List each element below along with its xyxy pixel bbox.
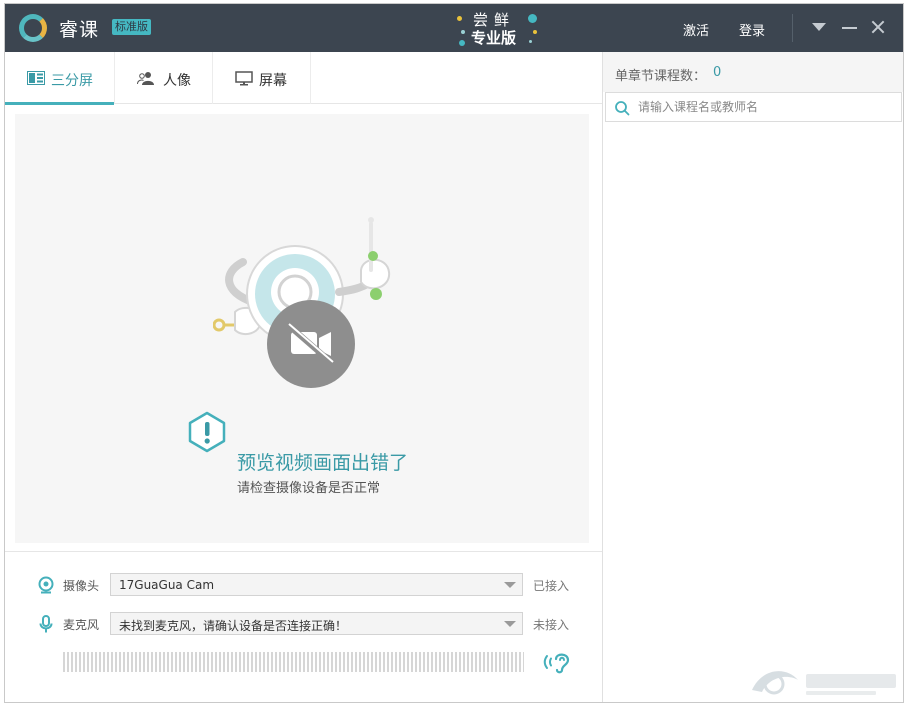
camera-label: 摄像头 — [63, 579, 100, 593]
promo-dot-icon — [461, 30, 465, 34]
app-window: 睿课 标准版 尝鲜 专业版 激活 登录 三分屏 人像 屏幕 预览视频画面出错了 … — [4, 3, 904, 703]
course-sidebar: 单章节课程数： 0 — [602, 52, 903, 702]
course-count-header: 单章节课程数： 0 — [603, 52, 903, 92]
tab-screen[interactable]: 屏幕 — [213, 52, 311, 104]
tab-label: 人像 — [163, 73, 191, 89]
repair-robot-illustration — [213, 217, 391, 388]
microphone-status: 未接入 — [533, 618, 570, 632]
audio-level-meter — [63, 652, 524, 672]
microphone-select[interactable]: 未找到麦克风，请确认设备是否连接正确！ — [110, 612, 523, 635]
chevron-down-icon — [504, 582, 516, 588]
caret-down-icon — [812, 23, 826, 31]
preview-error-title: 预览视频画面出错了 — [237, 452, 409, 474]
preview-error-subtitle: 请检查摄像设备是否正常 — [237, 481, 381, 496]
camera-icon — [38, 576, 54, 594]
microphone-select-value: 未找到麦克风，请确认设备是否连接正确！ — [119, 619, 348, 633]
promo-dot-icon — [457, 16, 462, 21]
promo-dot-icon — [533, 30, 537, 34]
search-icon[interactable] — [614, 100, 630, 116]
portrait-icon — [137, 72, 154, 85]
course-search-input[interactable] — [638, 97, 893, 117]
close-button[interactable] — [866, 15, 890, 39]
app-name: 睿课 — [59, 19, 100, 41]
tab-portrait[interactable]: 人像 — [115, 52, 213, 104]
course-count-label: 单章节课程数： — [615, 69, 707, 84]
camera-status: 已接入 — [533, 579, 570, 593]
split-screen-icon — [27, 71, 45, 85]
promo-dot-icon — [459, 40, 465, 46]
camera-row: 摄像头 17GuaGua Cam 已接入 — [5, 573, 602, 597]
titlebar-divider — [792, 14, 793, 42]
edition-badge: 标准版 — [112, 19, 151, 35]
microphone-row: 麦克风 未找到麦克风，请确认设备是否连接正确！ 未接入 — [5, 612, 602, 636]
camera-select[interactable]: 17GuaGua Cam — [110, 573, 523, 596]
title-bar[interactable]: 睿课 标准版 尝鲜 专业版 激活 登录 — [5, 4, 903, 52]
pro-edition-promo[interactable]: 尝鲜 专业版 — [451, 6, 543, 50]
tab-label: 屏幕 — [259, 73, 287, 89]
layout-tabs: 三分屏 人像 屏幕 — [5, 52, 602, 105]
chevron-down-icon — [504, 621, 516, 627]
section-divider — [5, 551, 602, 552]
tab-split-screen[interactable]: 三分屏 — [5, 52, 115, 105]
course-search-box — [605, 92, 902, 122]
minimize-button[interactable] — [838, 15, 862, 39]
recording-pane: 三分屏 人像 屏幕 预览视频画面出错了 请检查摄像设备是否正常 摄像头 17Gu… — [5, 52, 602, 702]
warning-icon — [188, 411, 226, 453]
minimize-icon — [842, 27, 857, 29]
camera-select-value: 17GuaGua Cam — [119, 578, 215, 592]
menu-dropdown-button[interactable] — [807, 15, 831, 39]
promo-dot-icon — [528, 14, 537, 23]
activate-link[interactable]: 激活 — [683, 20, 709, 39]
microphone-label: 麦克风 — [63, 618, 100, 632]
watermark-logo — [752, 671, 896, 695]
tab-label: 三分屏 — [51, 73, 93, 89]
promo-dot-icon — [529, 40, 532, 43]
video-preview-area: 预览视频画面出错了 请检查摄像设备是否正常 — [15, 114, 589, 543]
audio-monitor-ear-icon[interactable] — [543, 650, 573, 674]
course-count-value: 0 — [713, 65, 722, 80]
promo-line-2: 专业版 — [471, 29, 517, 47]
microphone-icon — [39, 615, 53, 633]
login-link[interactable]: 登录 — [739, 20, 765, 39]
app-logo-icon — [19, 14, 47, 42]
monitor-icon — [235, 71, 253, 86]
